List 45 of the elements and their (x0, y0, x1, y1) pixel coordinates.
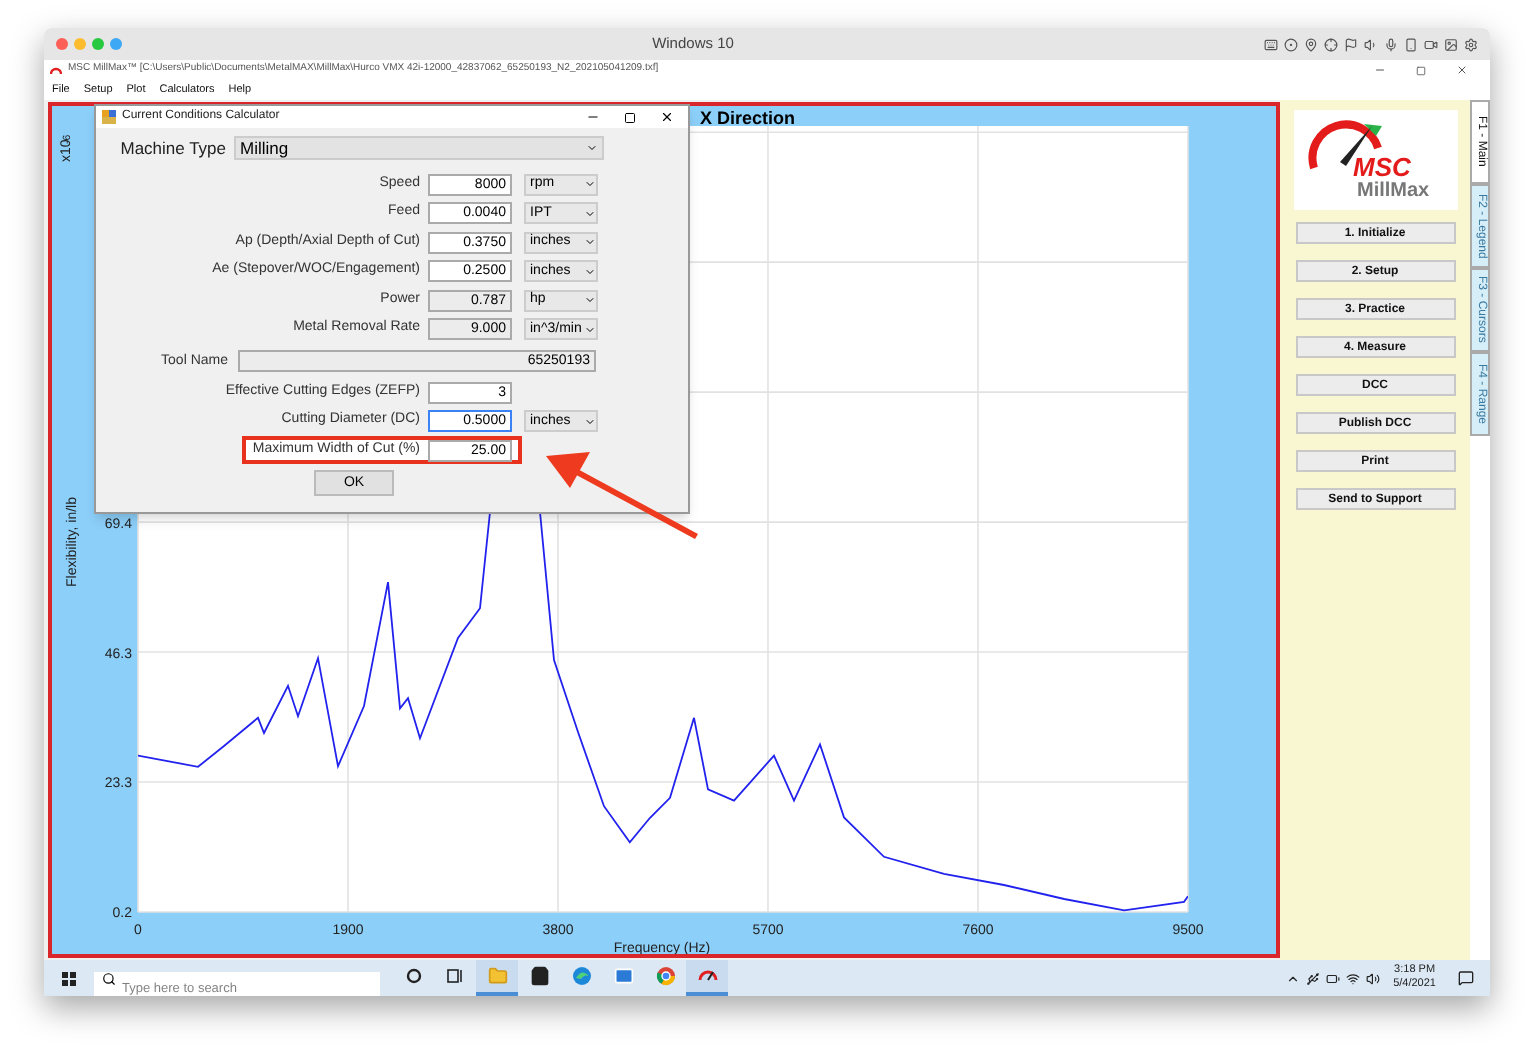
image-icon[interactable] (1444, 37, 1458, 51)
logo-product: MillMax (1357, 182, 1430, 202)
windows-logo-icon[interactable] (62, 971, 76, 985)
chevron-down-icon (584, 415, 596, 427)
crosshair-icon[interactable] (1324, 37, 1338, 51)
chevron-down-icon (584, 236, 596, 248)
speaker-icon[interactable] (1365, 971, 1380, 985)
folder-icon (487, 966, 507, 986)
maximize-icon[interactable] (624, 111, 636, 123)
gauge-icon (697, 966, 717, 986)
phone-icon[interactable] (1404, 37, 1418, 51)
logo-brand: MSC (1353, 154, 1411, 180)
chevron-down-icon (584, 178, 596, 190)
chevron-down-icon (584, 323, 596, 335)
close-icon[interactable] (1456, 64, 1468, 76)
keyboard-icon[interactable] (1264, 37, 1278, 51)
battery-icon[interactable] (1325, 971, 1340, 985)
close-icon[interactable] (660, 110, 674, 124)
minimize-icon[interactable] (586, 110, 600, 124)
search-icon (102, 971, 116, 985)
machine-type-dropdown[interactable]: Milling (234, 136, 604, 161)
usb-icon[interactable] (1305, 971, 1320, 985)
settings-icon[interactable] (1464, 37, 1478, 51)
circle-icon (405, 968, 421, 984)
chevron-down-icon (584, 265, 596, 277)
chevron-down-icon (584, 294, 596, 306)
swirl-icon (571, 966, 591, 986)
task-view-icon (446, 968, 464, 984)
chevron-down-icon (584, 207, 596, 219)
chevron-down-icon (586, 142, 598, 155)
chevron-up-icon[interactable] (1285, 971, 1300, 985)
mic-icon[interactable] (1384, 37, 1398, 51)
record-icon[interactable] (1284, 37, 1298, 51)
machine-type-label: Machine Type (118, 136, 226, 162)
camera-icon[interactable] (1424, 37, 1438, 51)
speaker-icon[interactable] (1364, 37, 1378, 51)
app-icon (102, 110, 116, 124)
color-wheel-icon (655, 966, 675, 986)
restore-icon[interactable] (1416, 65, 1426, 75)
flag-icon[interactable] (1344, 37, 1358, 51)
plot-title: X Direction (700, 108, 796, 128)
notification-icon[interactable] (1458, 970, 1474, 986)
network-icon[interactable] (1345, 971, 1360, 985)
pin-icon[interactable] (1304, 37, 1318, 51)
gauge-icon (50, 64, 62, 76)
